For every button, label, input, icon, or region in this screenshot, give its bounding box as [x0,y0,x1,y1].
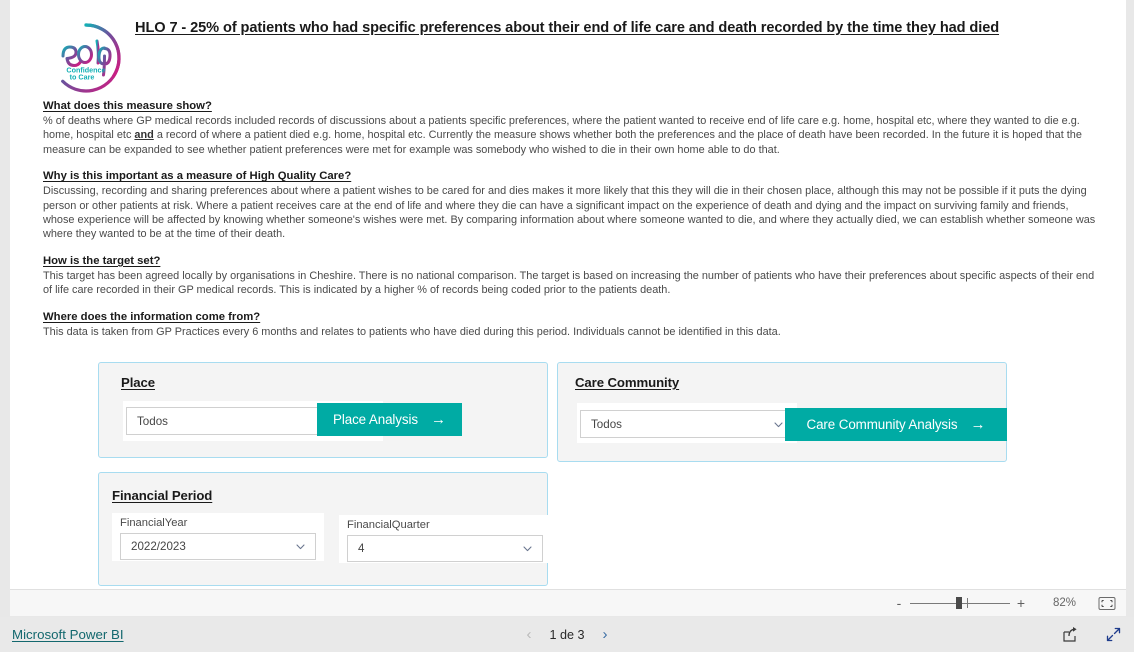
section-heading: Why is this important as a measure of Hi… [43,170,352,183]
page-title: HLO 7 - 25% of patients who had specific… [135,20,1000,36]
zoom-level-label: 82% [1052,597,1076,609]
place-card-title: Place [121,375,155,390]
page-indicator: 1 de 3 [549,627,585,642]
place-analysis-button[interactable]: Place Analysis → [317,403,462,436]
logo-tagline-line2: to Care [70,73,95,82]
section-body: Discussing, recording and sharing prefer… [43,185,1096,241]
app-bar-actions [1062,626,1122,643]
section-body: % of deaths where GP medical records inc… [43,114,1103,157]
section-heading: What does this measure show? [43,100,212,112]
zoom-status-bar: - + 82% [10,589,1126,616]
care-community-card-title: Care Community [575,375,680,390]
financial-quarter-value: 4 [358,542,365,555]
power-bi-report-viewer: Confidence to Care HLO 7 - 25% of patien… [0,0,1134,652]
zoom-slider-handle[interactable] [956,597,962,609]
zoom-slider[interactable] [910,596,1010,610]
fullscreen-icon[interactable] [1105,626,1122,643]
section-body-emphasis: and [134,129,154,142]
narrative-text-block: What does this measure show? % of deaths… [43,99,1103,339]
financial-period-card: Financial Period FinancialYear 2022/2023… [98,472,551,586]
section-where-does-information-come-from: Where does the information come from? Th… [43,310,1103,339]
section-what-does-this-measure-show: What does this measure show? % of deaths… [43,99,1103,157]
financial-year-caption: FinancialYear [120,517,188,529]
financial-quarter-caption: FinancialQuarter [347,519,430,531]
financial-period-card-title: Financial Period [112,488,213,503]
report-header: Confidence to Care HLO 7 - 25% of patien… [10,0,1126,100]
section-body: This data is taken from GP Practices eve… [43,325,781,338]
financial-year-dropdown[interactable]: 2022/2023 [120,533,316,560]
care-community-slicer-value: Todos [591,417,622,431]
eolp-logo: Confidence to Care [47,19,125,97]
chevron-down-icon [294,540,307,553]
place-analysis-label: Place Analysis [333,412,418,427]
microsoft-power-bi-link[interactable]: Microsoft Power BI [12,627,124,642]
section-body: This target has been agreed locally by o… [43,269,1095,297]
financial-quarter-dropdown[interactable]: 4 [347,535,543,562]
zoom-out-button[interactable]: - [892,596,906,610]
section-body-part2: a record of where a patient died e.g. ho… [43,129,1082,156]
care-community-analysis-label: Care Community Analysis [806,417,958,432]
fit-to-page-icon[interactable] [1098,596,1116,611]
chevron-down-icon [521,542,534,555]
share-icon[interactable] [1062,626,1079,643]
zoom-in-button[interactable]: + [1014,596,1028,610]
arrow-right-icon: → [970,416,986,433]
arrow-right-icon: → [430,411,446,428]
section-how-is-the-target-set: How is the target set? This target has b… [43,254,1103,298]
page-navigation: ‹ 1 de 3 › [492,627,642,642]
report-canvas: Confidence to Care HLO 7 - 25% of patien… [10,0,1126,589]
financial-year-value: 2022/2023 [131,540,186,553]
care-community-analysis-button[interactable]: Care Community Analysis → [785,408,1007,441]
next-page-button[interactable]: › [603,627,608,642]
section-why-is-this-important: Why is this important as a measure of Hi… [43,169,1103,242]
care-community-slicer-dropdown[interactable]: Todos [580,410,794,438]
previous-page-button[interactable]: ‹ [526,627,531,642]
section-heading: Where does the information come from? [43,310,261,323]
bottom-app-bar: Microsoft Power BI ‹ 1 de 3 › [0,617,1134,652]
section-heading: How is the target set? [43,254,161,267]
chevron-down-icon [772,418,785,431]
zoom-slider-tick [967,598,968,608]
